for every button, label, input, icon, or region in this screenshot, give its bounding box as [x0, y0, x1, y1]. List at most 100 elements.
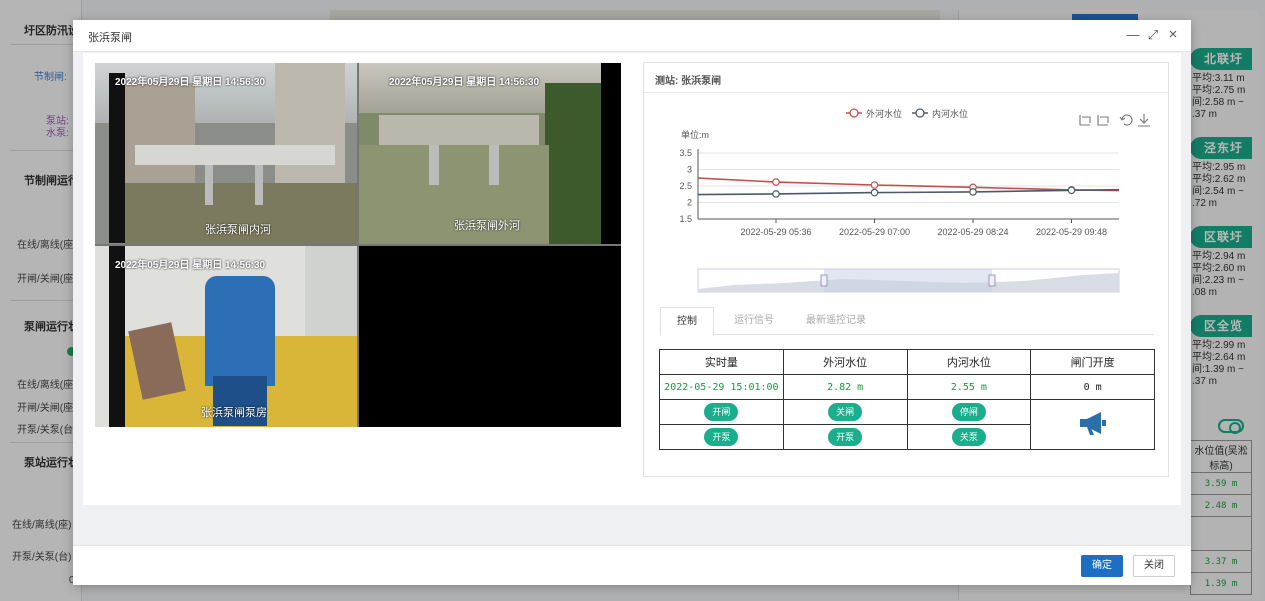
station-panel: 测站: 张浜泵闸 外河水位 内河水位 单位:m 1.5 2 2.5 3 3.5 …	[643, 62, 1169, 477]
video-grid: 2022年05月29日 星期日 14:56:30 张浜泵闸内河 2022年05月…	[95, 63, 621, 427]
chart-legend[interactable]: 外河水位 内河水位	[846, 108, 968, 119]
bridge	[379, 115, 539, 145]
series-line-outer	[697, 177, 1120, 192]
panel-title: 测站: 张浜泵闸	[655, 76, 722, 87]
zoom-reset-icon[interactable]	[1097, 115, 1109, 126]
wall	[305, 246, 357, 336]
panel-header: 测站: 张浜泵闸	[644, 63, 1168, 93]
table-cell: 开闸	[659, 399, 784, 425]
y-tick-label: 2	[687, 198, 692, 208]
legend-marker-outer	[849, 108, 859, 118]
start-pump-button-2[interactable]: 开泵	[828, 428, 863, 446]
restore-icon[interactable]	[1119, 114, 1133, 126]
pier	[205, 165, 213, 205]
close-gate-button[interactable]: 关闸	[828, 403, 863, 421]
megaphone-icon[interactable]	[1077, 409, 1109, 437]
unit-label: 单位:m	[681, 129, 709, 140]
legend-label-inner: 内河水位	[932, 108, 968, 119]
tab-run-signal[interactable]: 运行信号	[722, 307, 786, 336]
datazoom-handle-left[interactable]	[820, 274, 828, 287]
tab-control[interactable]: 控制	[660, 307, 714, 336]
data-point	[772, 190, 780, 198]
table-cell: 开泵	[782, 424, 908, 450]
x-tick-label: 2022-05-29 09:48	[1036, 227, 1107, 237]
x-tick-label: 2022-05-29 08:24	[937, 227, 1008, 237]
pump-motor	[205, 276, 275, 386]
table-cell: 停闸	[906, 399, 1032, 425]
open-gate-button[interactable]: 开闸	[704, 403, 739, 421]
video-caption: 张浜泵闸内河	[205, 224, 271, 236]
building	[275, 63, 345, 183]
stop-pump-button[interactable]: 关泵	[951, 428, 986, 446]
chart-series	[697, 177, 1120, 198]
datazoom-window[interactable]	[824, 269, 992, 292]
legend-marker-inner	[915, 108, 925, 118]
start-pump-button[interactable]: 开泵	[704, 428, 739, 446]
pier	[255, 165, 263, 205]
letterbox	[109, 73, 125, 243]
zoom-icon[interactable]	[1079, 115, 1091, 126]
datazoom-handle-right[interactable]	[988, 274, 996, 287]
inner-river-level: 2.55 m	[906, 374, 1032, 400]
tab-remote-log[interactable]: 最新遥控记录	[794, 307, 878, 336]
video-tile-inner-river[interactable]: 2022年05月29日 星期日 14:56:30 张浜泵闸内河	[95, 63, 357, 244]
video-timestamp: 2022年05月29日 星期日 14:56:30	[115, 260, 266, 271]
table-cell: 关泵	[906, 424, 1032, 450]
table-cell: 开泵	[659, 424, 784, 450]
x-tick-label: 2022-05-29 07:00	[839, 227, 910, 237]
x-axis: 2022-05-29 05:36 2022-05-29 07:00 2022-05-…	[698, 218, 1119, 237]
building	[125, 83, 195, 193]
video-caption: 张浜泵闸泵房	[201, 407, 267, 419]
panel-tabs: 控制 运行信号 最新遥控记录	[660, 307, 1154, 336]
trees	[545, 83, 601, 244]
water-level-chart[interactable]: 外河水位 内河水位 单位:m 1.522.533.5 2022-05-29 05…	[644, 93, 1170, 303]
modal-header: 张浜泵闸 — ⤢ ×	[73, 20, 1191, 52]
gate-opening: 0 m	[1030, 374, 1155, 400]
y-tick-label: 1.5	[679, 214, 692, 224]
table-header: 闸门开度	[1030, 349, 1155, 375]
realtime-timestamp: 2022-05-29 15:01:00	[659, 374, 784, 400]
control-table: 实时量 外河水位 内河水位 闸门开度 2022-05-29 15:01:00 2…	[659, 349, 1155, 450]
stop-gate-button[interactable]: 停闸	[951, 403, 986, 421]
video-tile-empty[interactable]	[359, 246, 621, 427]
data-point	[870, 188, 879, 197]
modal-footer: 确定 关闭	[73, 545, 1191, 585]
y-axis: 1.5 2 2.5 3 3.5	[679, 148, 699, 224]
close-icon[interactable]: ×	[1166, 27, 1180, 42]
station-modal: 张浜泵闸 — ⤢ × 2022年05月29日 星期日 14:56:30 张浜泵闸…	[73, 20, 1191, 585]
bridge	[135, 145, 335, 165]
y-tick-label: 3	[687, 165, 692, 175]
x-tick-label: 2022-05-29 05:36	[740, 227, 811, 237]
pier	[429, 145, 439, 185]
table-header: 内河水位	[906, 349, 1032, 375]
y-tick-label: 2.5	[679, 181, 692, 191]
video-timestamp: 2022年05月29日 星期日 14:56:30	[389, 77, 540, 88]
legend-label-outer: 外河水位	[866, 108, 902, 119]
pier	[489, 145, 499, 185]
letterbox	[109, 246, 125, 427]
minimize-icon[interactable]: —	[1126, 28, 1140, 42]
video-timestamp: 2022年05月29日 星期日 14:56:30	[115, 77, 266, 88]
confirm-button[interactable]: 确定	[1081, 555, 1123, 577]
video-tile-outer-river[interactable]: 2022年05月29日 星期日 14:56:30 张浜泵闸外河	[359, 63, 601, 244]
maximize-icon[interactable]: ⤢	[1146, 28, 1160, 42]
series-line-inner	[697, 188, 1120, 196]
table-cell: 关闸	[782, 399, 908, 425]
close-button[interactable]: 关闭	[1133, 555, 1175, 577]
data-point	[969, 188, 977, 196]
data-point	[870, 181, 879, 189]
video-caption: 张浜泵闸外河	[454, 220, 520, 232]
data-point	[772, 178, 780, 186]
video-tile-pump-room[interactable]: 2022年05月29日 星期日 14:56:30 张浜泵闸泵房	[95, 246, 357, 427]
grid-divider	[95, 244, 621, 246]
y-tick-label: 3.5	[679, 148, 692, 158]
chart-datazoom[interactable]	[697, 268, 1120, 293]
outer-river-level: 2.82 m	[782, 374, 908, 400]
table-header: 外河水位	[782, 349, 908, 375]
modal-title: 张浜泵闸	[88, 32, 132, 44]
alarm-cell	[1030, 399, 1155, 450]
modal-body: 2022年05月29日 星期日 14:56:30 张浜泵闸内河 2022年05月…	[83, 53, 1181, 505]
table-header: 实时量	[659, 349, 784, 375]
download-icon[interactable]	[1138, 114, 1150, 127]
data-point	[1067, 186, 1076, 195]
